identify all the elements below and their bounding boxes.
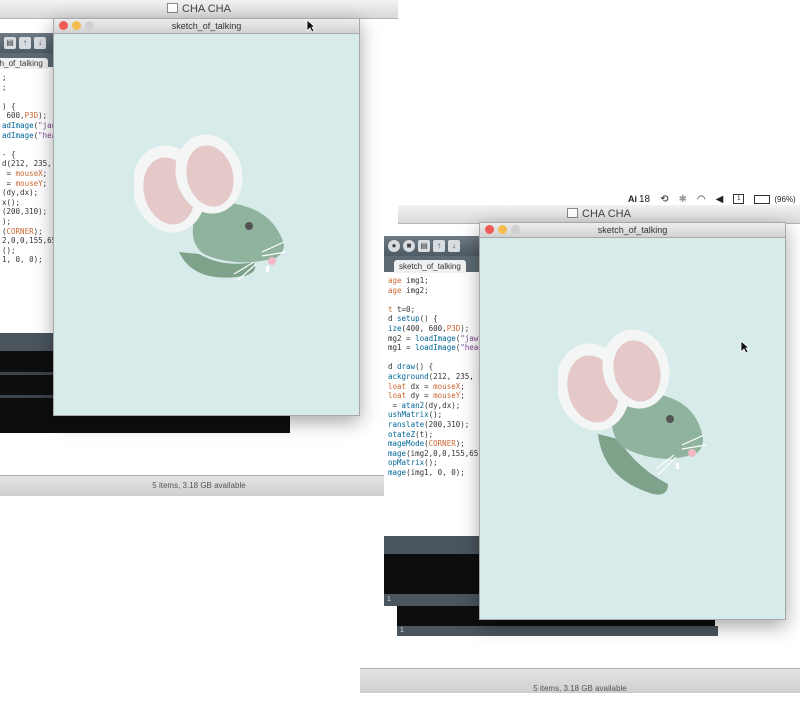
zoom-icon[interactable] [85, 21, 94, 30]
display-icon[interactable]: 1 [733, 194, 745, 204]
stop-icon[interactable]: ■ [403, 240, 415, 252]
finder-status-text: 5 items, 3.18 GB available [152, 481, 246, 490]
sketch-title-bar-right: sketch_of_talking [480, 223, 785, 238]
console-line-right-2: 1 [397, 626, 718, 636]
code-editor-left: ▤ ↑ ↓ sketch_of_talking ; ; ) { 600,P3D)… [0, 33, 60, 333]
folder-icon [567, 208, 579, 218]
volume-icon[interactable]: ◀ [716, 194, 724, 205]
open-icon[interactable]: ↑ [433, 240, 445, 252]
editor-toolbar-left: ▤ ↑ ↓ [0, 33, 60, 53]
traffic-lights-left [59, 21, 94, 30]
save-icon[interactable]: ↓ [34, 37, 46, 49]
adobe-count: 18 [639, 193, 651, 205]
bluetooth-icon[interactable]: ✱ [679, 194, 687, 205]
finder-title-bar-left: CHA CHA [0, 0, 398, 19]
code-area-left[interactable]: ; ; ) { 600,P3D); adImage("jaw. adImage(… [0, 67, 60, 265]
mouse-cursor-icon [306, 19, 316, 33]
mouse-illustration-right [558, 329, 707, 495]
wifi-icon[interactable]: ◠ [697, 194, 706, 205]
editor-tab-left[interactable]: sketch_of_talking [0, 58, 48, 69]
folder-icon [167, 3, 179, 13]
finder-title-right: CHA CHA [582, 208, 631, 220]
code-editor-right: ● ■ ▤ ↑ ↓ sketch_of_talking age img1; ag… [384, 236, 484, 536]
sketch-window-left[interactable]: sketch_of_talking [53, 18, 360, 416]
editor-tab-row-left: sketch_of_talking [0, 53, 60, 69]
sketch-title-left: sketch_of_talking [171, 21, 242, 31]
console-line-right: 1 [384, 594, 487, 606]
code-area-right[interactable]: age img1; age img2; t t=0; d setup() { i… [384, 272, 484, 477]
mouse-right-body [558, 329, 707, 495]
minimize-icon[interactable] [72, 21, 81, 30]
traffic-lights-right [485, 225, 520, 234]
battery-icon[interactable] [754, 194, 771, 204]
mouse-cursor-icon [740, 340, 750, 354]
editor-tab-row-right: sketch_of_talking [384, 256, 484, 273]
adobe-icon[interactable]: Ai [628, 194, 637, 204]
time-machine-icon[interactable]: ⟲ [660, 194, 668, 205]
sketch-window-right[interactable]: sketch_of_talking [479, 222, 786, 620]
new-file-icon[interactable]: ▤ [4, 37, 16, 49]
editor-toolbar-right: ● ■ ▤ ↑ ↓ [384, 236, 484, 256]
mouse-left-body [134, 134, 287, 281]
finder-title: CHA CHA [182, 3, 231, 15]
new-file-icon[interactable]: ▤ [418, 240, 430, 252]
sketch-title-right: sketch_of_talking [597, 225, 668, 235]
console-bar-left [0, 333, 60, 351]
console-bar-right [384, 536, 484, 554]
open-icon[interactable]: ↑ [19, 37, 31, 49]
console-line-number: 1 [387, 596, 391, 603]
console-right [384, 554, 484, 594]
minimize-icon[interactable] [498, 225, 507, 234]
mouse-illustration-left [134, 134, 287, 281]
close-icon[interactable] [485, 225, 494, 234]
finder-status-bar-right: 5 items, 3.18 GB available [360, 668, 800, 693]
finder-status-bar-left: 5 items, 3.18 GB available [0, 475, 398, 496]
menu-bar-status: Ai 18 ⟲ ✱ ◠ ◀ 1 (96%) [628, 192, 796, 206]
console-line-number-2: 1 [400, 627, 404, 634]
zoom-icon[interactable] [511, 225, 520, 234]
editor-tab-right[interactable]: sketch_of_talking [394, 260, 466, 273]
close-icon[interactable] [59, 21, 68, 30]
save-icon[interactable]: ↓ [448, 240, 460, 252]
run-icon[interactable]: ● [388, 240, 400, 252]
battery-percent: (96%) [774, 194, 796, 204]
